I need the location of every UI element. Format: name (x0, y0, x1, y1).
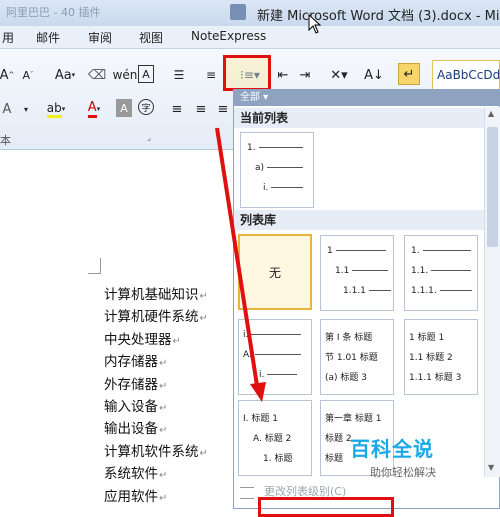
watermark: 百科全说 助你轻松解决 (350, 433, 470, 480)
watermark-subtitle: 助你轻松解决 (370, 466, 436, 479)
watermark-title: 百科全说 (350, 437, 434, 461)
mouse-cursor-icon (308, 14, 322, 34)
